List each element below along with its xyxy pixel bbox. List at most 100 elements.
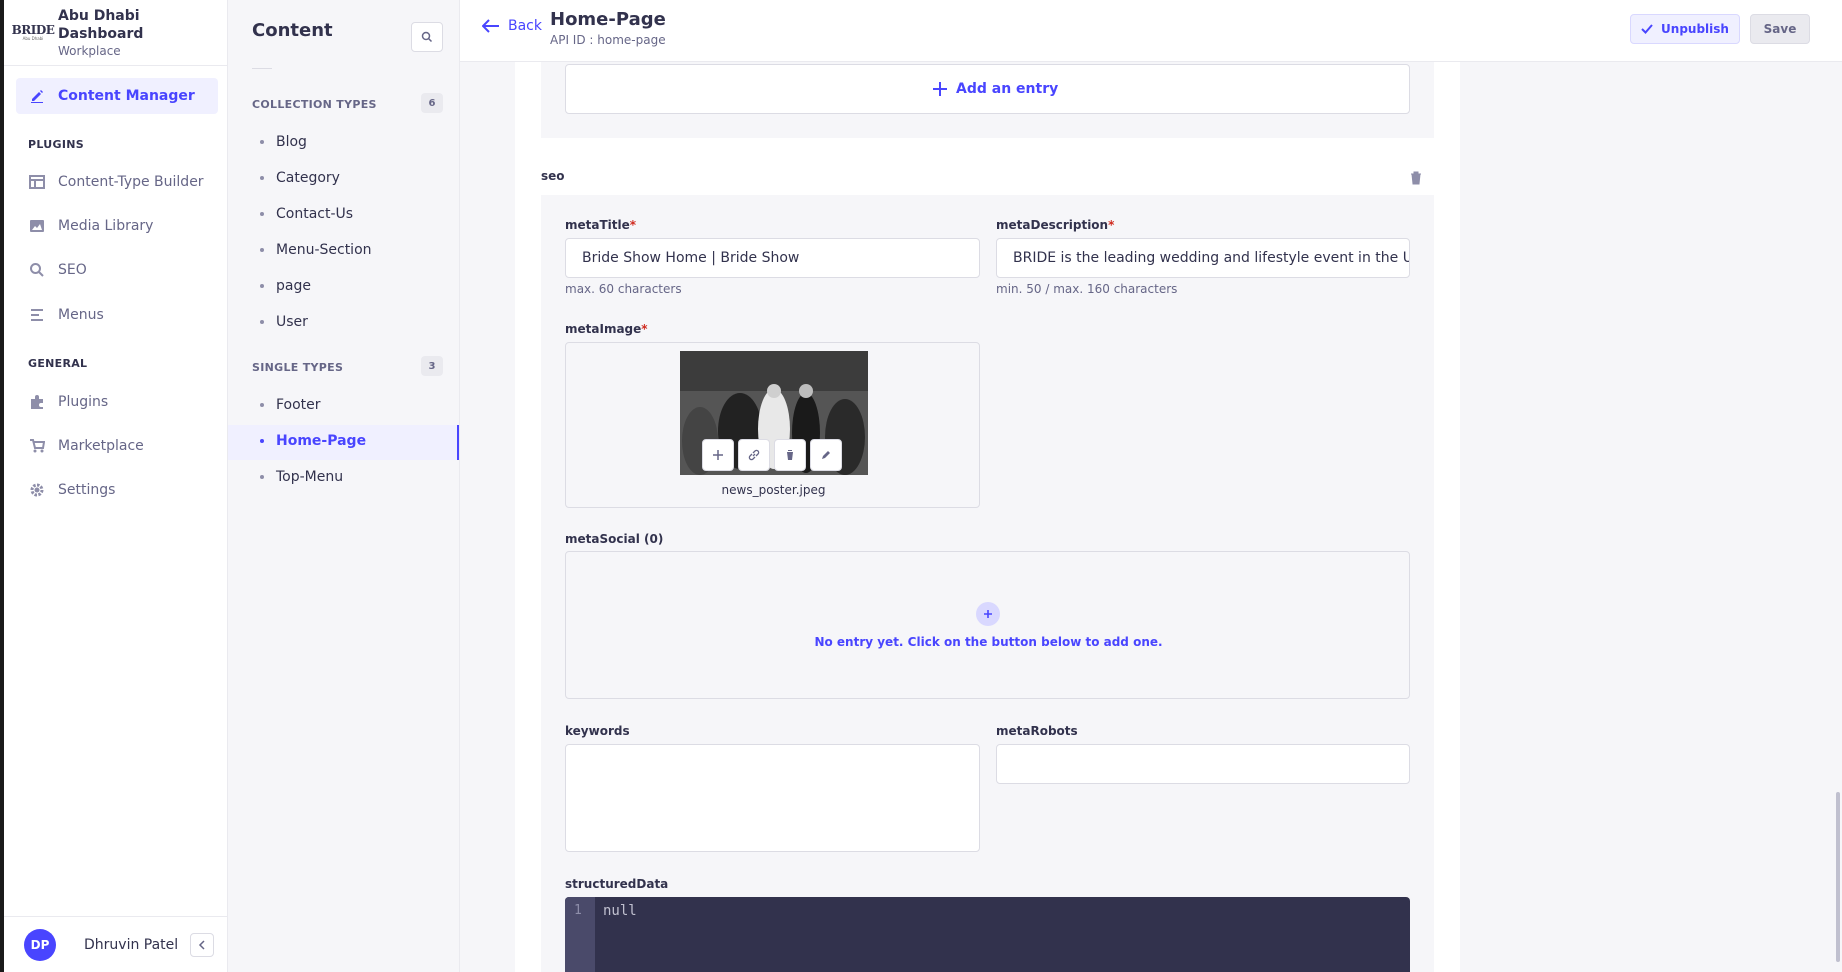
subnav-title: Content bbox=[252, 20, 333, 41]
link-icon bbox=[748, 449, 760, 461]
add-meta-social-button[interactable] bbox=[976, 602, 1000, 626]
subnav-item-footer[interactable]: Footer bbox=[260, 397, 321, 413]
nav-item-label: SEO bbox=[58, 262, 87, 278]
subnav-item-blog[interactable]: Blog bbox=[260, 134, 307, 150]
subnav-item-label: Menu-Section bbox=[276, 242, 372, 258]
meta-title-input[interactable]: Bride Show Home | Bride Show bbox=[565, 238, 980, 278]
brand-subtitle: Workplace bbox=[58, 43, 121, 58]
required-mark: * bbox=[1108, 218, 1115, 232]
required-mark: * bbox=[641, 322, 648, 336]
code-line-number: 1 bbox=[574, 903, 582, 918]
back-label: Back bbox=[508, 18, 542, 34]
image-icon bbox=[28, 217, 46, 235]
puzzle-icon bbox=[28, 393, 46, 411]
scrollbar[interactable] bbox=[1832, 62, 1842, 972]
meta-social-empty-text: No entry yet. Click on the button below … bbox=[814, 635, 1163, 649]
nav-item-label: Settings bbox=[58, 482, 116, 498]
brand-title: Abu Dhabi Dashboard bbox=[58, 7, 144, 42]
media-actions bbox=[702, 439, 842, 471]
back-link[interactable]: Back bbox=[482, 18, 542, 34]
meta-image-field[interactable]: news_poster.jpeg bbox=[565, 342, 980, 508]
nav-item-settings[interactable]: Settings bbox=[28, 480, 115, 500]
nav-item-marketplace[interactable]: Marketplace bbox=[28, 436, 144, 456]
nav-section-general: GENERAL bbox=[28, 357, 88, 370]
brand-logo: BRIDE Abu Dhabi bbox=[12, 18, 55, 48]
meta-image-preview bbox=[680, 351, 868, 475]
save-label: Save bbox=[1763, 22, 1797, 36]
collapse-nav-button[interactable] bbox=[190, 932, 214, 957]
nav-item-label: Content Manager bbox=[58, 88, 195, 104]
meta-image-filename: news_poster.jpeg bbox=[721, 483, 826, 497]
divider bbox=[252, 68, 272, 69]
required-mark: * bbox=[629, 218, 637, 232]
subnav-item-label: User bbox=[276, 314, 308, 330]
subnav-item-contact-us[interactable]: Contact-Us bbox=[260, 206, 353, 222]
meta-social-label: metaSocial (0) bbox=[565, 532, 664, 546]
content-subnav: Content COLLECTION TYPES 6 Blog Category… bbox=[228, 0, 460, 972]
subnav-item-label: page bbox=[276, 278, 311, 294]
menu-icon bbox=[28, 306, 46, 324]
subnav-search-button[interactable] bbox=[411, 22, 443, 52]
code-text: null bbox=[603, 903, 637, 919]
add-entry-button[interactable]: Add an entry bbox=[932, 81, 1058, 97]
nav-item-menus[interactable]: Menus bbox=[28, 305, 104, 325]
subnav-item-user[interactable]: User bbox=[260, 314, 308, 330]
subnav-item-top-menu[interactable]: Top-Menu bbox=[260, 469, 343, 485]
meta-description-input[interactable]: BRIDE is the leading wedding and lifesty… bbox=[996, 238, 1410, 278]
collection-types-count: 6 bbox=[421, 93, 443, 113]
add-media-button[interactable] bbox=[702, 439, 734, 471]
chevron-left-icon bbox=[198, 939, 205, 950]
scrollbar-thumb[interactable] bbox=[1836, 792, 1840, 962]
structured-data-editor[interactable]: 1 null bbox=[565, 897, 1410, 972]
subnav-item-label: Category bbox=[276, 170, 340, 186]
brand: BRIDE Abu Dhabi Abu Dhabi Dashboard Work… bbox=[4, 0, 227, 66]
pencil-icon bbox=[822, 451, 830, 459]
cart-icon bbox=[28, 437, 46, 455]
copy-link-button[interactable] bbox=[738, 439, 770, 471]
api-id: API ID : home-page bbox=[550, 33, 666, 47]
check-icon bbox=[1641, 24, 1653, 34]
search-icon bbox=[421, 31, 433, 43]
nav-item-label: Marketplace bbox=[58, 438, 144, 454]
main-nav: BRIDE Abu Dhabi Abu Dhabi Dashboard Work… bbox=[4, 0, 228, 972]
search-icon bbox=[28, 261, 46, 279]
meta-robots-input[interactable] bbox=[996, 744, 1410, 784]
layout-icon bbox=[28, 173, 46, 191]
gear-icon bbox=[28, 481, 46, 499]
subnav-item-label: Blog bbox=[276, 134, 307, 150]
unpublish-button[interactable]: Unpublish bbox=[1630, 14, 1740, 44]
arrow-left-icon bbox=[482, 19, 499, 33]
meta-image-label: metaImage* bbox=[565, 322, 648, 336]
delete-media-button[interactable] bbox=[774, 439, 806, 471]
page-title: Home-Page bbox=[550, 9, 666, 30]
nav-item-plugins[interactable]: Plugins bbox=[28, 392, 108, 412]
meta-title-hint: max. 60 characters bbox=[565, 282, 682, 296]
save-button[interactable]: Save bbox=[1750, 14, 1810, 44]
nav-item-content-manager[interactable]: Content Manager bbox=[16, 78, 218, 114]
user-name: Dhruvin Patel bbox=[84, 936, 179, 953]
edit-media-button[interactable] bbox=[810, 439, 842, 471]
meta-description-label: metaDescription* bbox=[996, 218, 1114, 232]
subnav-item-category[interactable]: Category bbox=[260, 170, 340, 186]
user-profile[interactable]: DP Dhruvin Patel bbox=[4, 916, 228, 972]
keywords-textarea[interactable] bbox=[565, 744, 980, 852]
unpublish-label: Unpublish bbox=[1661, 22, 1729, 36]
nav-item-label: Menus bbox=[58, 307, 104, 323]
subnav-item-page[interactable]: page bbox=[260, 278, 311, 294]
add-entry-label: Add an entry bbox=[956, 81, 1059, 97]
page-header: Back Home-Page API ID : home-page Unpubl… bbox=[460, 0, 1842, 62]
nav-item-label: Media Library bbox=[58, 218, 154, 234]
subnav-item-label: Top-Menu bbox=[276, 469, 344, 485]
nav-item-media-library[interactable]: Media Library bbox=[28, 216, 153, 236]
subnav-item-home-page[interactable]: Home-Page bbox=[260, 433, 366, 449]
meta-description-label-text: metaDescription bbox=[996, 218, 1109, 232]
delete-component-button[interactable] bbox=[1410, 170, 1422, 189]
brand-logo-text: BRIDE bbox=[11, 23, 55, 37]
nav-item-seo[interactable]: SEO bbox=[28, 260, 87, 280]
avatar: DP bbox=[24, 928, 56, 961]
subnav-item-label: Home-Page bbox=[276, 433, 367, 449]
nav-section-plugins: PLUGINS bbox=[28, 138, 84, 151]
subnav-item-menu-section[interactable]: Menu-Section bbox=[260, 242, 372, 258]
nav-item-content-type-builder[interactable]: Content-Type Builder bbox=[28, 172, 204, 192]
nav-item-label: Plugins bbox=[58, 394, 109, 410]
